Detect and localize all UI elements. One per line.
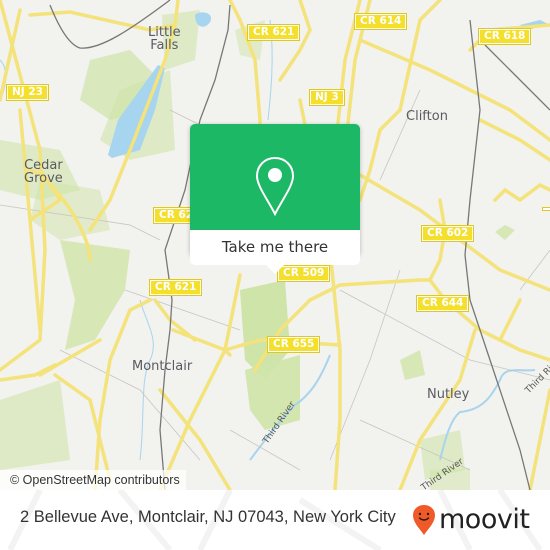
moovit-logo[interactable]: moovit bbox=[412, 502, 530, 538]
road-shield-nj-3: NJ 3 bbox=[309, 89, 345, 106]
place-label-clifton: Clifton bbox=[406, 110, 448, 123]
road-shield-cr-614: CR 614 bbox=[353, 13, 408, 30]
road-shield-cr-621-c: CR 621 bbox=[148, 279, 203, 296]
take-me-there-button[interactable]: Take me there bbox=[190, 230, 360, 265]
road-shield-cr-602: CR 602 bbox=[420, 225, 475, 242]
footer-bar: 2 Bellevue Ave, Montclair, NJ 07043, New… bbox=[0, 490, 550, 550]
moovit-wordmark: moovit bbox=[439, 504, 530, 535]
place-label-line: Falls bbox=[150, 38, 179, 53]
road-shield-nj-23: NJ 23 bbox=[6, 84, 49, 101]
popup-header bbox=[190, 124, 360, 230]
moovit-smile-pin-icon bbox=[413, 505, 435, 535]
place-label-cedar-grove: Cedar Grove bbox=[24, 159, 63, 185]
map[interactable]: Little Falls Cedar Grove Clifton Montclair… bbox=[0, 0, 550, 490]
road-shield-cr-644: CR 644 bbox=[415, 295, 470, 312]
attribution-text[interactable]: © OpenStreetMap contributors bbox=[10, 473, 180, 487]
road-shield-cr-655: CR 655 bbox=[266, 336, 321, 353]
address-text: 2 Bellevue Ave, Montclair, NJ 07043, New… bbox=[20, 508, 396, 526]
place-label-montclair: Montclair bbox=[132, 360, 192, 373]
road-shield-cr-618: CR 618 bbox=[477, 28, 532, 45]
road-shield-partial bbox=[542, 207, 550, 211]
place-label-line: Clifton bbox=[406, 109, 448, 124]
road-shield-cr-509: CR 509 bbox=[276, 265, 331, 282]
place-label-line: Grove bbox=[24, 171, 63, 186]
destination-popup: Take me there bbox=[190, 124, 360, 274]
place-label-line: Nutley bbox=[427, 387, 470, 402]
place-label-nutley: Nutley bbox=[427, 388, 469, 401]
map-pin-icon bbox=[255, 156, 295, 217]
map-attribution[interactable]: © OpenStreetMap contributors bbox=[0, 470, 186, 490]
popup-pointer bbox=[266, 265, 284, 274]
place-label-line: Montclair bbox=[132, 359, 193, 374]
place-label-little-falls: Little Falls bbox=[148, 26, 181, 52]
road-shield-cr-621: CR 621 bbox=[246, 24, 301, 41]
